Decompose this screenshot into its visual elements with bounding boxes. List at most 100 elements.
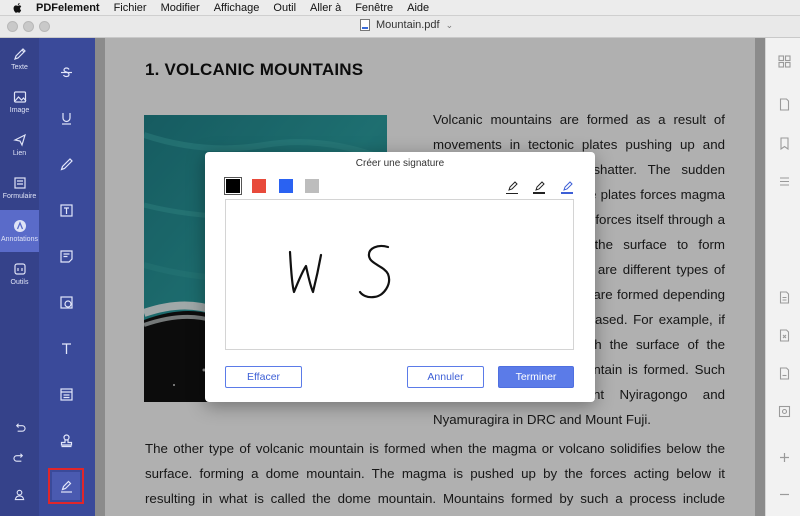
underline-tool[interactable] <box>52 104 80 132</box>
chevron-down-icon: ⌄ <box>445 19 454 30</box>
sidebar-label-annotations: Annotations <box>1 236 38 243</box>
menu-aide[interactable]: Aide <box>407 2 429 14</box>
pen-thick-button[interactable] <box>560 178 574 194</box>
sidebar-item-outils[interactable]: Outils <box>0 253 39 295</box>
cancel-button[interactable]: Annuler <box>407 366 484 388</box>
done-button[interactable]: Terminer <box>498 366 574 388</box>
menu-app-name[interactable]: PDFelement <box>36 2 100 14</box>
zoom-out-button[interactable] <box>777 487 791 501</box>
menu-fichier[interactable]: Fichier <box>114 2 147 14</box>
document-title[interactable]: Mountain.pdf ⌄ <box>360 19 453 31</box>
menu-aller-a[interactable]: Aller à <box>310 2 341 14</box>
outline-button[interactable] <box>777 174 791 188</box>
menu-affichage[interactable]: Affichage <box>214 2 260 14</box>
pen-thick-icon <box>562 180 573 191</box>
sidebar-label-formulaire: Formulaire <box>2 193 37 200</box>
ocr-icon <box>779 290 789 304</box>
sidebar-item-image[interactable]: Image <box>0 81 39 123</box>
image-icon <box>13 91 26 103</box>
bookmarks-button[interactable] <box>777 136 791 150</box>
zoom-out-icon <box>779 493 789 495</box>
pen-medium-icon <box>534 180 545 191</box>
underline-icon <box>61 112 71 125</box>
create-signature-dialog: Créer une signature Effacer Annuler Term… <box>205 152 595 402</box>
pencil-icon <box>60 157 73 170</box>
sidebar-item-formulaire[interactable]: Formulaire <box>0 167 39 209</box>
account-icon <box>14 489 25 500</box>
thumbnails-button[interactable] <box>777 54 791 68</box>
annotation-icon <box>13 220 26 232</box>
sticky-note-tool[interactable] <box>52 242 80 270</box>
color-swatch-gray[interactable] <box>305 179 319 193</box>
shape-tool[interactable] <box>52 288 80 316</box>
color-swatch-black[interactable] <box>224 177 242 195</box>
link-icon <box>12 133 26 147</box>
text-icon <box>61 342 71 354</box>
mode-sidebar: Texte Image Lien Formulaire Annotations … <box>0 38 39 516</box>
strikethrough-icon <box>60 66 72 77</box>
form-icon <box>13 177 26 189</box>
sidebar-label-lien: Lien <box>12 150 27 157</box>
close-window-button[interactable] <box>7 21 18 32</box>
ocr-button[interactable] <box>777 290 791 304</box>
sidebar-item-lien[interactable]: Lien <box>0 124 39 166</box>
stamp-icon <box>60 433 72 447</box>
sidebar-label-image: Image <box>9 107 30 114</box>
textbox-icon <box>59 203 73 217</box>
image-convert-button[interactable] <box>777 404 791 418</box>
undo-button[interactable] <box>0 415 39 439</box>
pencil-icon <box>13 48 26 60</box>
bookmark-icon <box>779 136 789 150</box>
undo-icon <box>15 422 26 432</box>
sidebar-label-outils: Outils <box>10 279 29 286</box>
shape-icon <box>59 295 73 309</box>
compress-icon <box>779 328 789 342</box>
signature-icon <box>60 480 72 493</box>
area-tool[interactable] <box>52 380 80 408</box>
color-swatch-red[interactable] <box>252 179 266 193</box>
signature-drawing <box>288 244 391 299</box>
clear-button[interactable]: Effacer <box>225 366 302 388</box>
color-swatch-blue[interactable] <box>279 179 293 193</box>
menu-fenetre[interactable]: Fenêtre <box>355 2 393 14</box>
redo-icon <box>13 452 24 462</box>
annotation-toolbar <box>39 38 95 516</box>
text-tool[interactable] <box>52 334 80 362</box>
list-icon <box>779 176 789 186</box>
zoom-window-button[interactable] <box>39 21 50 32</box>
redo-button[interactable] <box>0 445 39 469</box>
sticky-note-icon <box>59 249 73 263</box>
page-icon <box>779 97 789 111</box>
page-panel-button[interactable] <box>777 97 791 111</box>
signature-tool[interactable] <box>48 468 84 504</box>
pdf-file-icon <box>360 19 370 31</box>
signature-canvas[interactable] <box>225 199 574 350</box>
area-icon <box>59 387 73 401</box>
pen-medium-button[interactable] <box>532 178 546 194</box>
strikethrough-tool[interactable] <box>52 58 80 86</box>
tools-icon <box>13 263 26 275</box>
textbox-tool[interactable] <box>52 196 80 224</box>
account-button[interactable] <box>0 482 39 506</box>
minimize-window-button[interactable] <box>23 21 34 32</box>
stamp-tool[interactable] <box>52 426 80 454</box>
pencil-tool[interactable] <box>52 150 80 178</box>
menu-outil[interactable]: Outil <box>273 2 296 14</box>
pen-thin-icon <box>507 180 518 191</box>
zoom-in-icon <box>779 452 789 462</box>
sidebar-item-texte[interactable]: Texte <box>0 38 39 80</box>
document-file-name: Mountain.pdf <box>376 19 440 31</box>
grid-icon <box>777 54 791 68</box>
pdf-convert-button[interactable] <box>777 366 791 380</box>
zoom-in-button[interactable] <box>777 450 791 464</box>
right-toolbar <box>765 38 800 516</box>
dialog-title: Créer une signature <box>355 158 445 169</box>
menu-bar: PDFelement Fichier Modifier Affichage Ou… <box>0 0 800 16</box>
compress-button[interactable] <box>777 328 791 342</box>
menu-modifier[interactable]: Modifier <box>161 2 200 14</box>
pen-thin-button[interactable] <box>505 178 519 194</box>
image-convert-icon <box>778 405 790 417</box>
sidebar-item-annotations[interactable]: Annotations <box>0 210 39 252</box>
sidebar-label-texte: Texte <box>11 64 28 71</box>
apple-icon[interactable] <box>10 1 24 15</box>
